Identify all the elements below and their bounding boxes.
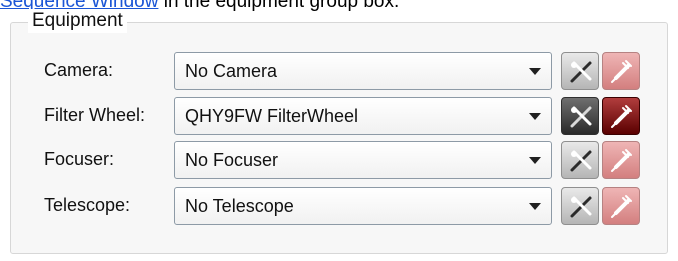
filter-wheel-select[interactable]: QHY9FW FilterWheel xyxy=(174,97,552,135)
filter-wheel-connect-button[interactable] xyxy=(602,97,640,135)
filter-wheel-setup-button[interactable] xyxy=(561,97,599,135)
telescope-setup-button[interactable] xyxy=(561,187,599,225)
telescope-label: Telescope: xyxy=(44,195,131,215)
plug-icon xyxy=(611,60,632,83)
telescope-connect-button[interactable] xyxy=(602,187,640,225)
focuser-select[interactable]: No Focuser xyxy=(174,141,552,179)
plug-icon xyxy=(611,105,632,128)
tools-icon xyxy=(570,61,592,83)
chevron-down-icon[interactable] xyxy=(529,203,541,210)
camera-select-value: No Camera xyxy=(185,61,278,81)
telescope-row: Telescope: No Telescope xyxy=(0,187,678,227)
camera-select[interactable]: No Camera xyxy=(174,52,552,90)
camera-connect-button[interactable] xyxy=(602,52,640,90)
telescope-select-value: No Telescope xyxy=(185,196,294,216)
focuser-row: Focuser: No Focuser xyxy=(0,141,678,181)
filter-wheel-select-value: QHY9FW FilterWheel xyxy=(185,106,359,126)
focuser-setup-button[interactable] xyxy=(561,141,599,179)
tools-icon xyxy=(570,106,592,128)
filter-wheel-row: Filter Wheel: QHY9FW FilterWheel xyxy=(0,97,678,137)
chevron-down-icon[interactable] xyxy=(529,157,541,164)
tools-icon xyxy=(570,150,592,172)
intro-text: in the equipment group box. xyxy=(158,0,400,12)
telescope-select[interactable]: No Telescope xyxy=(174,187,552,225)
focuser-label: Focuser: xyxy=(44,149,115,169)
chevron-down-icon[interactable] xyxy=(529,68,541,75)
group-bottom-edge xyxy=(0,254,678,261)
chevron-down-icon[interactable] xyxy=(529,113,541,120)
focuser-select-value: No Focuser xyxy=(185,150,279,170)
tools-icon xyxy=(570,196,592,218)
camera-row: Camera: No Camera xyxy=(0,52,678,92)
camera-label: Camera: xyxy=(44,60,114,80)
plug-icon xyxy=(611,195,632,218)
focuser-connect-button[interactable] xyxy=(602,141,640,179)
camera-setup-button[interactable] xyxy=(561,52,599,90)
equipment-group-title: Equipment xyxy=(28,9,127,33)
filter-wheel-label: Filter Wheel: xyxy=(44,105,146,125)
plug-icon xyxy=(611,149,632,172)
